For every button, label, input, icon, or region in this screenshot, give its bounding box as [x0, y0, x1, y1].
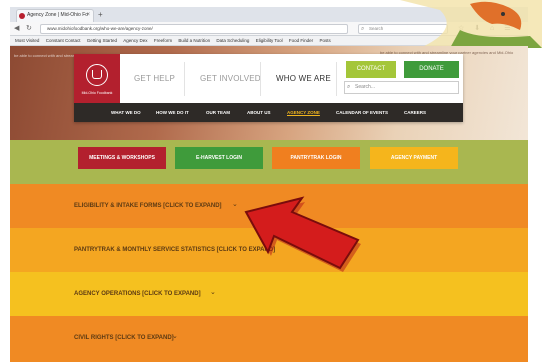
search-icon: ⌕ [361, 26, 365, 32]
nav-get-involved[interactable]: GET INVOLVED [200, 54, 261, 103]
bookmark-item[interactable]: Agency Dex [123, 36, 147, 45]
browser-tab[interactable]: Agency Zone | Mid-Ohio Fo × [16, 9, 94, 22]
address-input[interactable]: www.midohiofoodbank.org/who-we-are/agenc… [40, 24, 348, 34]
chevron-down-icon: ⌄ [172, 333, 178, 340]
subnav-our-team[interactable]: OUR TEAM [206, 103, 230, 122]
accordion-label: AGENCY OPERATIONS [CLICK TO EXPAND] [74, 291, 201, 297]
accordion-civil-rights[interactable]: CIVIL RIGHTS [CLICK TO EXPAND] ⌄ [10, 316, 528, 362]
sub-navigation: WHAT WE DO HOW WE DO IT OUR TEAM ABOUT U… [74, 103, 463, 122]
bookmark-item[interactable]: Most Visited [15, 36, 39, 45]
site-header: Mid-Ohio Foodbank GET HELP GET INVOLVED … [74, 54, 463, 122]
nav-get-help[interactable]: GET HELP [134, 54, 175, 103]
chevron-down-icon: ⌄ [232, 201, 238, 208]
subnav-careers[interactable]: CAREERS [404, 103, 426, 122]
subnav-agency-zone[interactable]: AGENCY ZONE [287, 103, 320, 122]
search-icon: ⌕ [347, 84, 351, 90]
foodbank-logo[interactable]: Mid-Ohio Foodbank [74, 54, 120, 103]
search-placeholder: Search [369, 26, 384, 31]
bookmark-item[interactable]: Data Scheduling [216, 36, 249, 45]
logo-bowl-icon [92, 70, 102, 79]
tab-title: Agency Zone | Mid-Ohio Fo [27, 12, 89, 18]
tab-close-icon[interactable]: × [86, 10, 90, 21]
e-harvest-login-button[interactable]: E-HARVEST LOGIN [175, 147, 263, 169]
donate-button[interactable]: DONATE [404, 61, 459, 78]
bookmark-item[interactable]: Constant Contact [46, 36, 81, 45]
accordion-label: ELIGIBILITY & INTAKE FORMS [CLICK TO EXP… [74, 203, 222, 209]
new-tab-button[interactable]: + [98, 9, 103, 20]
pantrytrak-login-button[interactable]: PANTRYTRAK LOGIN [272, 147, 360, 169]
bookmark-item[interactable]: Eligibility Tool [256, 36, 283, 45]
bookmark-item[interactable]: Build a Nutrition [178, 36, 210, 45]
contact-button[interactable]: CONTACT [346, 61, 396, 78]
accordion-label: CIVIL RIGHTS [CLICK TO EXPAND] [74, 335, 174, 341]
subnav-how-we-do-it[interactable]: HOW WE DO IT [156, 103, 189, 122]
site-search-input[interactable]: ⌕ Search... [344, 81, 459, 94]
favicon-icon [19, 13, 25, 19]
bookmark-item[interactable]: Freeform [154, 36, 172, 45]
bookmark-item[interactable]: Posts [319, 36, 330, 45]
browser-theme-art [400, 0, 542, 48]
logo-text: Mid-Ohio Foodbank [81, 91, 113, 95]
chevron-down-icon: ⌄ [210, 289, 216, 296]
nav-divider [260, 62, 261, 96]
nav-divider [336, 62, 337, 96]
subnav-about-us[interactable]: ABOUT US [247, 103, 271, 122]
agency-payment-button[interactable]: AGENCY PAYMENT [370, 147, 458, 169]
nav-who-we-are[interactable]: WHO WE ARE [276, 54, 331, 103]
subnav-what-we-do[interactable]: WHAT WE DO [111, 103, 141, 122]
bookmark-item[interactable]: Getting Started [87, 36, 117, 45]
meetings-workshops-button[interactable]: MEETINGS & WORKSHOPS [78, 147, 166, 169]
reload-icon[interactable]: ↻ [26, 23, 32, 35]
site-search-placeholder: Search... [355, 84, 376, 90]
bookmark-item[interactable]: Food Finder [289, 36, 313, 45]
nav-divider [184, 62, 185, 96]
red-pointer-arrow-icon [244, 196, 361, 272]
subnav-calendar[interactable]: CALENDAR OF EVENTS [336, 103, 388, 122]
back-icon[interactable]: ◀ [14, 23, 19, 35]
